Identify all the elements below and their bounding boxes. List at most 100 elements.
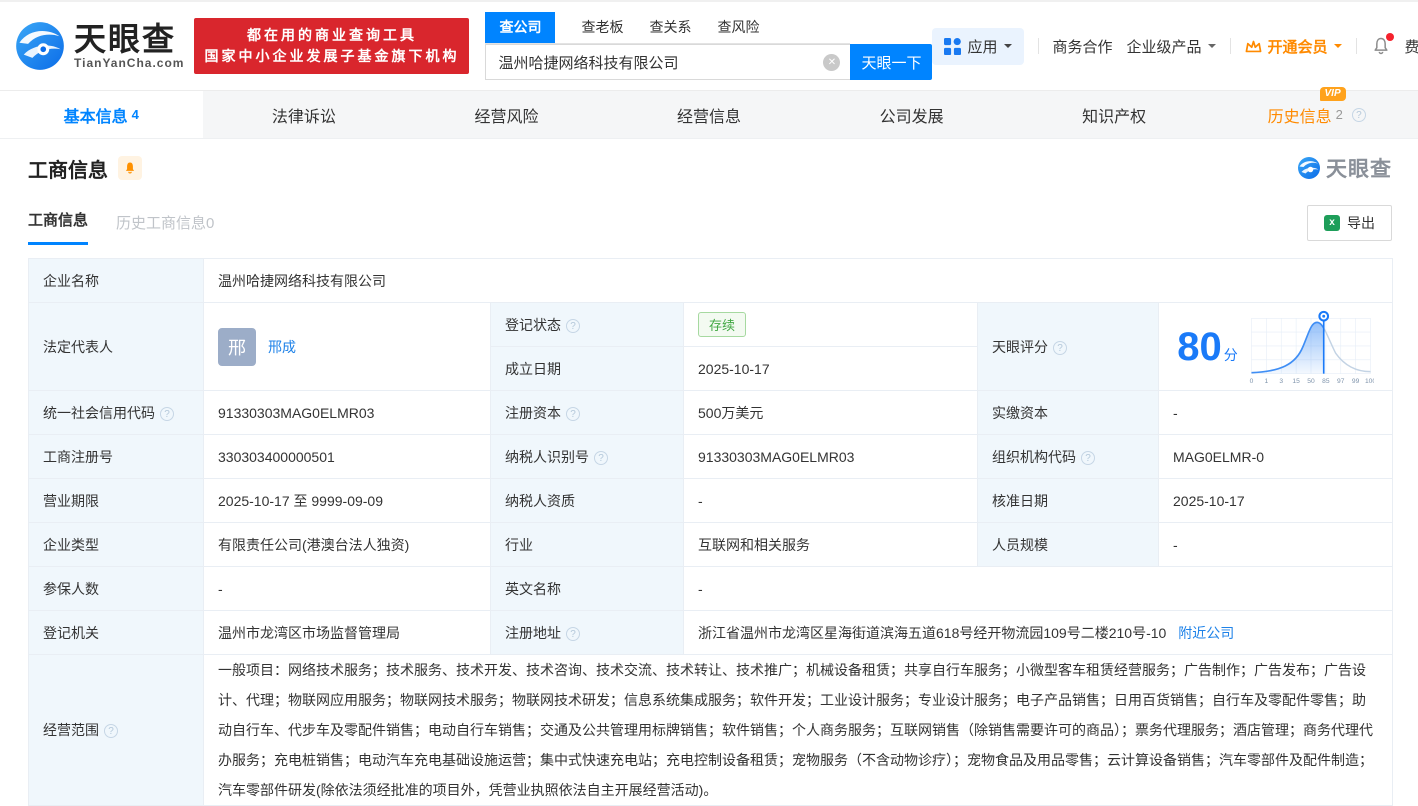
tab-operating-risk[interactable]: 经营风险 — [405, 91, 608, 138]
table-row: 参保人数 - 英文名称 - — [29, 567, 1393, 611]
apps-menu[interactable]: 应用 — [932, 28, 1023, 65]
help-icon[interactable] — [566, 407, 580, 421]
field-label: 统一社会信用代码 — [29, 391, 204, 435]
tianyancha-wave-icon — [1297, 156, 1321, 180]
subscribe-bell-button[interactable] — [118, 156, 142, 180]
svg-text:3: 3 — [1279, 377, 1283, 384]
help-icon[interactable] — [1352, 108, 1366, 122]
subtab-business-info[interactable]: 工商信息 — [28, 209, 88, 245]
reg-capital-value: 500万美元 — [684, 391, 978, 435]
tab-intellectual-property[interactable]: 知识产权 — [1013, 91, 1216, 138]
table-row: 营业期限 2025-10-17 至 9999-09-09 纳税人资质 - 核准日… — [29, 479, 1393, 523]
status-badge: 存续 — [698, 312, 746, 337]
business-info-table: 企业名称 温州哈捷网络科技有限公司 法定代表人 邢 邢成 登记状态 存续 天眼评… — [28, 258, 1393, 806]
field-label: 营业期限 — [29, 479, 204, 523]
help-icon[interactable] — [594, 451, 608, 465]
vip-badge: VIP — [1320, 87, 1346, 101]
search-tabs: 查公司 查老板 查关系 查风险 — [485, 12, 850, 44]
field-label: 成立日期 — [491, 347, 684, 391]
nearby-companies-link[interactable]: 附近公司 — [1178, 625, 1234, 641]
brand-domain: TianYanCha.com — [74, 56, 184, 70]
notification-dot — [1386, 33, 1394, 41]
legal-rep-cell: 邢 邢成 — [204, 303, 491, 391]
taxpayer-quality-value: - — [684, 479, 978, 523]
paid-capital-value: - — [1159, 391, 1393, 435]
svg-text:50: 50 — [1307, 377, 1315, 384]
tianyancha-wave-icon — [14, 20, 66, 72]
divider — [1038, 38, 1039, 54]
field-label: 经营范围 — [29, 655, 204, 806]
field-label: 天眼评分 — [978, 303, 1159, 391]
svg-text:97: 97 — [1337, 377, 1345, 384]
subtab-history-business-info[interactable]: 历史工商信息0 — [116, 212, 214, 245]
avatar[interactable]: 邢 — [218, 328, 256, 366]
apps-grid-icon — [944, 38, 961, 55]
excel-icon — [1324, 215, 1340, 231]
field-label: 企业名称 — [29, 259, 204, 303]
field-label: 纳税人识别号 — [491, 435, 684, 479]
field-label: 英文名称 — [491, 567, 684, 611]
tianyan-score-cell: 80分 — [1159, 303, 1393, 391]
help-icon[interactable] — [1081, 451, 1095, 465]
tianyancha-logo[interactable]: 天眼查 TianYanCha.com — [14, 20, 184, 72]
company-name-value: 温州哈捷网络科技有限公司 — [204, 259, 1393, 303]
search-box — [485, 44, 850, 80]
taxpayer-id-value: 91330303MAG0ELMR03 — [684, 435, 978, 479]
divider — [1230, 38, 1231, 54]
field-label: 企业类型 — [29, 523, 204, 567]
username: 费米 — [1405, 36, 1418, 57]
slogan-line2: 国家中小企业发展子基金旗下机构 — [204, 46, 459, 67]
enterprise-products-menu[interactable]: 企业级产品 — [1127, 36, 1216, 57]
business-cooperation-link[interactable]: 商务合作 — [1053, 36, 1113, 57]
tab-operating-info[interactable]: 经营信息 — [608, 91, 811, 138]
bell-icon — [123, 161, 137, 175]
field-label: 核准日期 — [978, 479, 1159, 523]
search-tab-risk[interactable]: 查风险 — [717, 12, 759, 43]
tab-basic-info[interactable]: 基本信息 4 — [0, 91, 203, 138]
slogan-banner: 都在用的商业查询工具 国家中小企业发展子基金旗下机构 — [194, 18, 469, 74]
field-label: 实缴资本 — [978, 391, 1159, 435]
table-row: 企业类型 有限责任公司(港澳台法人独资) 行业 互联网和相关服务 人员规模 - — [29, 523, 1393, 567]
reg-authority-value: 温州市龙湾区市场监督管理局 — [204, 611, 491, 655]
svg-text:85: 85 — [1322, 377, 1330, 384]
help-icon[interactable] — [566, 627, 580, 641]
tab-basic-count: 4 — [132, 107, 139, 122]
field-label: 注册地址 — [491, 611, 684, 655]
help-icon[interactable] — [566, 319, 580, 333]
reg-address-value: 浙江省温州市龙湾区星海街道滨海五道618号经开物流园109号二楼210号-10 … — [684, 611, 1393, 655]
tab-history-info[interactable]: 历史信息 VIP 2 — [1215, 91, 1418, 138]
search-tab-relation[interactable]: 查关系 — [649, 12, 691, 43]
table-row: 工商注册号 330303400000501 纳税人识别号 91330303MAG… — [29, 435, 1393, 479]
svg-text:100: 100 — [1365, 377, 1374, 384]
table-row: 登记机关 温州市龙湾区市场监督管理局 注册地址 浙江省温州市龙湾区星海街道滨海五… — [29, 611, 1393, 655]
company-type-value: 有限责任公司(港澳台法人独资) — [204, 523, 491, 567]
business-scope-value: 一般项目：网络技术服务；技术服务、技术开发、技术咨询、技术交流、技术转让、技术推… — [204, 655, 1393, 806]
help-icon[interactable] — [160, 407, 174, 421]
slogan-line1: 都在用的商业查询工具 — [204, 25, 459, 46]
notifications-button[interactable] — [1371, 36, 1391, 56]
score-distribution-chart: 0 1 3 15 50 85 97 99 100 — [1248, 308, 1374, 386]
divider — [1356, 38, 1357, 54]
tab-legal-proceedings[interactable]: 法律诉讼 — [203, 91, 406, 138]
user-menu[interactable]: 费米 — [1405, 36, 1418, 57]
table-row: 统一社会信用代码 91330303MAG0ELMR03 注册资本 500万美元 … — [29, 391, 1393, 435]
field-label: 组织机构代码 — [978, 435, 1159, 479]
field-label: 工商注册号 — [29, 435, 204, 479]
search-input[interactable] — [486, 45, 850, 79]
tab-company-development[interactable]: 公司发展 — [810, 91, 1013, 138]
search-tab-boss[interactable]: 查老板 — [581, 12, 623, 43]
table-row: 企业名称 温州哈捷网络科技有限公司 — [29, 259, 1393, 303]
search-tab-company[interactable]: 查公司 — [485, 12, 555, 43]
field-label: 参保人数 — [29, 567, 204, 611]
search-button[interactable]: 天眼一下 — [850, 44, 932, 80]
export-label: 导出 — [1347, 213, 1375, 233]
main-content: 工商信息 天眼查 工商信息 历史工商信息0 — [0, 139, 1418, 806]
legal-rep-link[interactable]: 邢成 — [268, 337, 296, 357]
open-vip-menu[interactable]: 开通会员 — [1245, 36, 1342, 57]
enterprise-products-label: 企业级产品 — [1127, 36, 1202, 57]
help-icon[interactable] — [104, 724, 118, 738]
header-nav: 应用 商务合作 企业级产品 开通会员 — [932, 28, 1418, 65]
help-icon[interactable] — [1053, 341, 1067, 355]
tianyancha-company-page: 天眼查 TianYanCha.com 都在用的商业查询工具 国家中小企业发展子基… — [0, 0, 1418, 799]
export-button[interactable]: 导出 — [1307, 205, 1392, 241]
